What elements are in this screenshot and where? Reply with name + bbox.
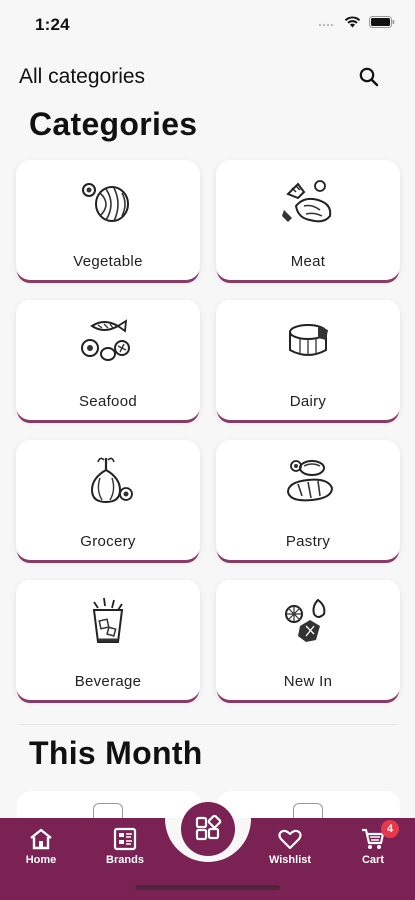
section-divider [18,724,398,725]
categories-grid-icon [195,815,222,841]
section-title-categories: Categories [29,106,198,142]
category-card-vegetable[interactable]: Vegetable [16,160,200,280]
search-button[interactable] [357,65,381,89]
category-label: Meat [290,253,326,270]
status-time: 1:24 [35,15,70,34]
app-header: All categories [0,52,415,102]
new-in-icon [285,598,326,642]
status-bar: 1:24 [0,0,415,50]
nav-cart-label: Cart [361,854,384,866]
status-icons [318,16,395,28]
nav-brands-label: Brands [106,854,144,866]
battery-icon [369,16,395,28]
category-label: Vegetable [73,253,143,270]
nav-wishlist-label: Wishlist [268,854,312,866]
dairy-icon [289,324,328,356]
section-title-this-month: This Month [29,735,203,771]
category-card-pastry[interactable]: Pastry [216,440,400,560]
category-card-grocery[interactable]: Grocery [16,440,200,560]
vegetable-icon [82,183,129,222]
grocery-icon [90,457,133,504]
meat-icon [282,180,332,223]
beverage-icon [92,597,124,643]
category-label: Pastry [285,533,331,550]
category-label: Seafood [79,393,137,410]
nav-brands[interactable]: Brands [95,826,155,866]
pastry-icon [286,460,334,502]
wifi-icon [344,16,361,28]
nav-home[interactable]: Home [11,826,71,866]
category-label: Grocery [80,533,136,550]
heart-icon [278,829,302,850]
seafood-icon [81,319,130,361]
nav-home-label: Home [25,854,57,866]
home-indicator [135,885,280,890]
category-label: Beverage [74,673,142,690]
category-card-beverage[interactable]: Beverage [16,580,200,700]
nav-wishlist[interactable]: Wishlist [260,826,320,866]
categories-center-button[interactable] [181,802,235,856]
category-card-dairy[interactable]: Dairy [216,300,400,420]
signal-icon [318,23,334,27]
category-card-meat[interactable]: Meat [216,160,400,280]
brands-icon [113,827,137,851]
header-title: All categories [19,65,146,88]
category-label: Dairy [289,393,327,410]
category-card-seafood[interactable]: Seafood [16,300,200,420]
search-icon [359,67,379,87]
category-label: New In [283,673,333,690]
category-card-new-in[interactable]: New In [216,580,400,700]
cart-count-badge: 4 [381,820,399,838]
home-icon [30,828,52,850]
category-grid: Vegetable Meat Seafood Dairy Grocery Pas… [16,160,400,700]
